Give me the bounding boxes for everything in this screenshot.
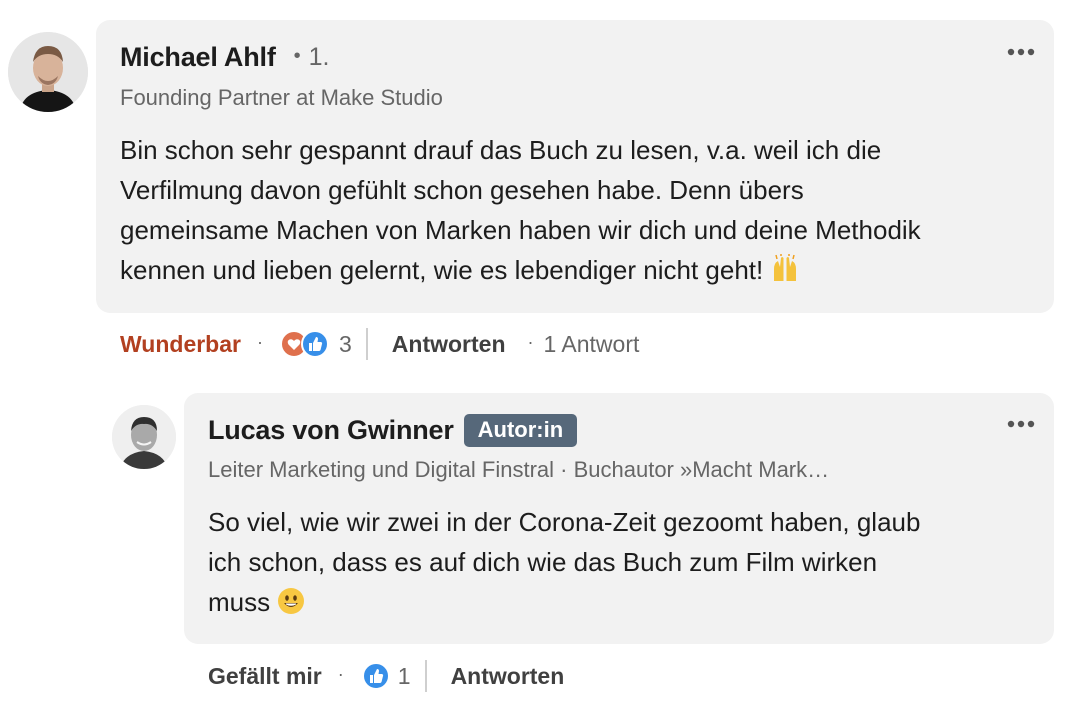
author-name[interactable]: Michael Ahlf: [120, 42, 276, 73]
author-headline: Leiter Marketing und Digital Finstral · …: [208, 457, 830, 482]
ellipsis-icon: [1007, 48, 1035, 56]
reply-button[interactable]: Antworten: [451, 663, 565, 690]
comment-author-row: Michael Ahlf • 1.: [120, 42, 330, 73]
author-badge: Autor:in: [463, 414, 578, 447]
action-divider: [365, 328, 368, 360]
reaction-count: 1: [397, 662, 411, 689]
comment-author-row: Lucas von Gwinner Autor:in: [208, 414, 578, 447]
action-divider: [424, 660, 427, 692]
love-like-reactions-icon: [279, 330, 329, 358]
avatar-photo: [8, 32, 88, 112]
author-name[interactable]: Lucas von Gwinner: [208, 415, 454, 446]
reaction-summary[interactable]: 1: [360, 660, 411, 692]
reaction-count: 3: [338, 330, 352, 357]
more-options-button[interactable]: [1003, 414, 1039, 434]
raising-hands-icon: [770, 253, 800, 294]
reply-button[interactable]: Antworten: [392, 331, 506, 358]
comment-text: So viel, wie wir zwei in der Corona-Zeit…: [208, 502, 1038, 626]
comment-actions: Gefällt mir · 1 Antworten: [208, 660, 564, 692]
reaction-summary[interactable]: 3: [279, 328, 352, 360]
avatar[interactable]: [8, 32, 88, 112]
ellipsis-icon: [1007, 420, 1035, 428]
more-options-button[interactable]: [1003, 42, 1039, 62]
connection-degree: • 1.: [293, 43, 330, 71]
avatar-photo: [112, 405, 176, 469]
reaction-button[interactable]: Wunderbar: [120, 331, 241, 358]
comment-actions: Wunderbar · 3 Antworten · 1 Antwort: [120, 328, 639, 360]
replies-count-link[interactable]: 1 Antwort: [544, 331, 640, 358]
comment-text: Bin schon sehr gespannt drauf das Buch z…: [120, 130, 1040, 294]
like-reaction-icon: [361, 662, 390, 690]
avatar[interactable]: [112, 405, 176, 469]
like-button[interactable]: Gefällt mir: [208, 663, 322, 690]
author-headline: Founding Partner at Make Studio: [120, 85, 443, 110]
smiley-icon: [277, 586, 305, 626]
